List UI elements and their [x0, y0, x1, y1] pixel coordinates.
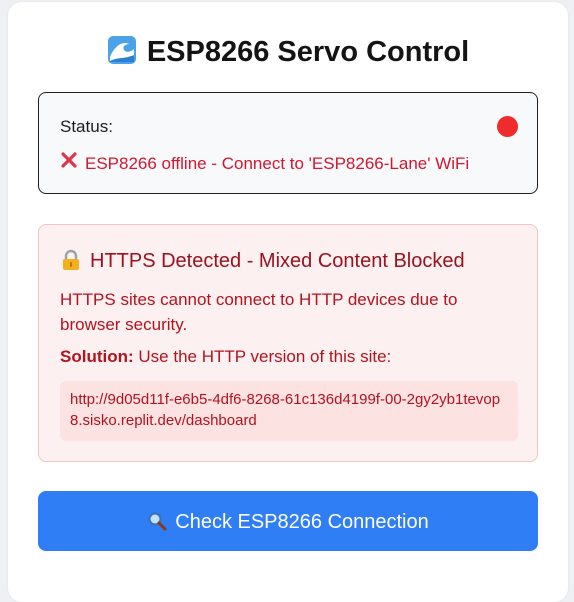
- check-connection-label: Check ESP8266 Connection: [175, 511, 429, 533]
- status-message: ESP8266 offline - Connect to 'ESP8266-La…: [60, 151, 469, 174]
- solution-line: Solution: Use the HTTP version of this s…: [60, 347, 391, 367]
- control-card: ESP8266 Servo Control Status: ESP8266 of…: [8, 2, 568, 602]
- wave-icon: [107, 35, 137, 65]
- status-indicator-dot: [497, 116, 518, 137]
- check-connection-button[interactable]: Check ESP8266 Connection: [38, 491, 538, 551]
- lock-icon: [60, 249, 82, 271]
- page-title-text: ESP8266 Servo Control: [146, 36, 470, 68]
- magnifier-icon: [147, 495, 167, 531]
- https-warning-panel: HTTPS Detected - Mixed Content Blocked H…: [38, 224, 538, 462]
- page-title: ESP8266 Servo Control: [8, 34, 568, 70]
- warning-description: HTTPS sites cannot connect to HTTP devic…: [60, 290, 458, 334]
- status-message-text: ESP8266 offline - Connect to 'ESP8266-La…: [85, 154, 470, 173]
- http-url-box[interactable]: http://9d05d11f-e6b5-4df6-8268-61c136d41…: [60, 381, 518, 441]
- warning-title-text: HTTPS Detected - Mixed Content Blocked: [90, 250, 465, 272]
- warning-title: HTTPS Detected - Mixed Content Blocked: [60, 249, 465, 273]
- x-icon: [60, 151, 78, 174]
- solution-label: Solution:: [60, 347, 134, 366]
- status-label: Status:: [60, 117, 113, 136]
- status-panel: Status: ESP8266 offline - Connect to 'ES…: [38, 92, 538, 194]
- solution-text: Use the HTTP version of this site:: [138, 347, 392, 366]
